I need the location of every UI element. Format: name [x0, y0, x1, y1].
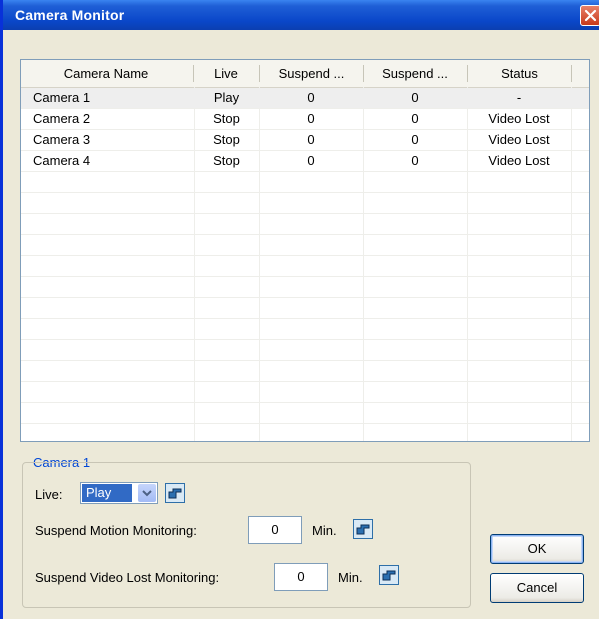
pointing-hand-icon [353, 519, 373, 539]
table-cell: 0 [411, 111, 419, 126]
table-cell: Camera 2 [33, 111, 91, 126]
window-title: Camera Monitor [15, 7, 125, 23]
empty-row [21, 193, 589, 214]
empty-row [21, 256, 589, 277]
live-select-value: Play [82, 484, 132, 502]
empty-row [21, 382, 589, 403]
table-cell: 0 [307, 90, 315, 105]
table-cell: Stop [213, 132, 240, 147]
table-cell: 0 [307, 111, 315, 126]
apply-motion-button[interactable] [353, 519, 373, 539]
empty-row [21, 319, 589, 340]
table-cell: 0 [307, 153, 315, 168]
chevron-down-icon [142, 490, 152, 497]
empty-row [21, 277, 589, 298]
suspend-video-lost-unit: Min. [338, 570, 363, 585]
live-select[interactable]: Play [80, 482, 158, 504]
table-row[interactable]: Camera 1 Play 0 0 - [21, 88, 589, 109]
apply-live-button[interactable] [165, 483, 185, 503]
table-cell: Stop [213, 111, 240, 126]
table-cell: Camera 3 [33, 132, 91, 147]
empty-row [21, 235, 589, 256]
table-cell: Camera 1 [33, 90, 91, 105]
table-row[interactable]: Camera 2 Stop 0 0 Video Lost [21, 109, 589, 130]
column-header-suspend-video-lost[interactable]: Suspend ... [364, 60, 466, 87]
list-header: Camera Name Live Suspend ... Suspend ...… [21, 60, 589, 88]
column-header-suspend-motion[interactable]: Suspend ... [260, 60, 363, 87]
table-cell: 0 [307, 132, 315, 147]
table-cell: Stop [213, 153, 240, 168]
table-cell: 0 [411, 153, 419, 168]
camera-list[interactable]: Camera Name Live Suspend ... Suspend ...… [20, 59, 590, 442]
ok-button[interactable]: OK [490, 534, 584, 564]
close-icon [584, 9, 597, 22]
table-cell: Video Lost [488, 153, 550, 168]
empty-row [21, 214, 589, 235]
table-cell: - [516, 90, 522, 105]
live-select-dropdown[interactable] [138, 484, 156, 502]
close-button[interactable] [580, 5, 599, 26]
empty-row [21, 298, 589, 319]
apply-video-lost-button[interactable] [379, 565, 399, 585]
title-bar[interactable]: Camera Monitor [3, 0, 599, 30]
empty-row [21, 361, 589, 382]
column-header-status[interactable]: Status [468, 60, 571, 87]
table-row[interactable]: Camera 3 Stop 0 0 Video Lost [21, 130, 589, 151]
table-cell: Video Lost [488, 111, 550, 126]
suspend-motion-label: Suspend Motion Monitoring: [35, 523, 197, 538]
suspend-video-lost-input[interactable]: 0 [274, 563, 328, 591]
cancel-button[interactable]: Cancel [490, 573, 584, 603]
table-cell: 0 [411, 90, 419, 105]
column-header-live[interactable]: Live [194, 60, 258, 87]
pointing-hand-icon [165, 483, 185, 503]
empty-row [21, 340, 589, 361]
suspend-motion-unit: Min. [312, 523, 337, 538]
table-cell: Play [213, 90, 240, 105]
suspend-motion-input[interactable]: 0 [248, 516, 302, 544]
table-cell: 0 [411, 132, 419, 147]
empty-row [21, 403, 589, 424]
table-cell: Camera 4 [33, 153, 91, 168]
column-header-camera-name[interactable]: Camera Name [21, 60, 191, 87]
empty-row [21, 172, 589, 193]
table-row[interactable]: Camera 4 Stop 0 0 Video Lost [21, 151, 589, 172]
table-cell: Video Lost [488, 132, 550, 147]
suspend-video-lost-label: Suspend Video Lost Monitoring: [35, 570, 220, 585]
live-label: Live: [35, 487, 63, 502]
empty-row [21, 424, 589, 441]
pointing-hand-icon [379, 565, 399, 585]
